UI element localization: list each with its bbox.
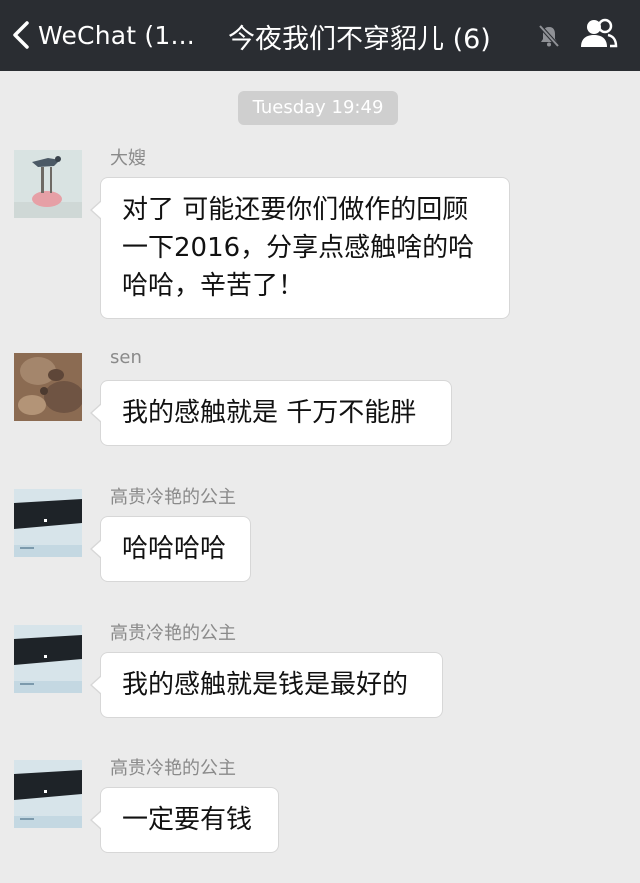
group-members-icon[interactable]	[578, 17, 618, 51]
sender-name: 高贵冷艳的公主	[110, 623, 236, 644]
back-button[interactable]: WeChat (1...	[12, 12, 195, 58]
chat-title: 今夜我们不穿貂儿 (6)	[228, 23, 491, 55]
message-text-line: 我的感触就是 千万不能胖	[122, 398, 417, 428]
message-bubble[interactable]: 我的感触就是 千万不能胖	[90, 380, 452, 446]
message-bubble[interactable]: 哈哈哈哈	[90, 516, 251, 582]
brown-rock-avatar[interactable]	[14, 353, 82, 421]
dark-band-photo-avatar[interactable]	[14, 489, 82, 557]
message-text-line: 一下2016，分享点感触啥的哈	[122, 233, 475, 263]
message-bubble[interactable]: 对了 可能还要你们做作的回顾 一下2016，分享点感触啥的哈 哈哈，辛苦了！	[90, 177, 510, 319]
message-text-line: 哈哈，辛苦了！	[122, 271, 305, 301]
message-text-line: 一定要有钱	[122, 805, 253, 835]
dark-band-photo-avatar[interactable]	[14, 625, 82, 693]
message-text-line: 我的感触就是钱是最好的	[122, 670, 409, 700]
message-text-line: 哈哈哈哈	[122, 534, 227, 564]
timestamp-label: Tuesday 19:49	[238, 91, 398, 125]
flamingo-sculpture-avatar[interactable]	[14, 150, 82, 218]
sender-name: 大嫂	[110, 148, 146, 169]
sender-name: sen	[110, 347, 142, 368]
message-text-line: 对了 可能还要你们做作的回顾	[122, 195, 469, 225]
message-bubble[interactable]: 我的感触就是钱是最好的	[90, 652, 443, 718]
bell-muted-icon	[538, 24, 560, 48]
navigation-bar: WeChat (1... 今夜我们不穿貂儿 (6)	[0, 0, 640, 71]
chevron-left-icon	[13, 21, 29, 49]
dark-band-photo-avatar[interactable]	[14, 760, 82, 828]
back-label: WeChat (1...	[38, 20, 195, 50]
message-bubble[interactable]: 一定要有钱	[90, 787, 279, 853]
chat-area[interactable]: Tuesday 19:49 大嫂 对了 可能还要你们做作的回顾 一下2016，分…	[0, 71, 640, 883]
sender-name: 高贵冷艳的公主	[110, 487, 236, 508]
sender-name: 高贵冷艳的公主	[110, 758, 236, 779]
